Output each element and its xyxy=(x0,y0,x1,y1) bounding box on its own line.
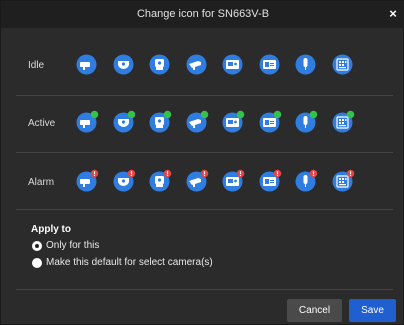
encoder-icon[interactable] xyxy=(257,110,282,135)
panorama-camera-icon[interactable] xyxy=(220,169,245,194)
radio-label: Only for this xyxy=(46,240,100,251)
box-camera-icon[interactable] xyxy=(184,110,209,135)
io-device-icon[interactable] xyxy=(330,52,355,77)
close-icon[interactable]: × xyxy=(385,5,401,23)
dialog-title: Change icon for SN663V-B xyxy=(136,8,270,20)
radio-selected-icon[interactable] xyxy=(32,241,42,251)
radio-unselected-icon[interactable] xyxy=(32,258,42,268)
dome-camera-icon[interactable] xyxy=(111,110,136,135)
panorama-camera-icon[interactable] xyxy=(220,110,245,135)
panorama-camera-icon[interactable] xyxy=(220,52,245,77)
separator xyxy=(16,209,393,210)
cancel-button[interactable]: Cancel xyxy=(287,299,342,322)
ptz-camera-icon[interactable] xyxy=(147,169,172,194)
encoder-icon[interactable] xyxy=(257,169,282,194)
icon-row-idle: Idle xyxy=(1,47,404,87)
ptz-camera-icon[interactable] xyxy=(147,110,172,135)
apply-to-heading: Apply to xyxy=(31,224,71,235)
microphone-icon[interactable] xyxy=(293,110,318,135)
box-camera-icon[interactable] xyxy=(184,169,209,194)
separator xyxy=(16,152,393,153)
radio-label: Make this default for select camera(s) xyxy=(46,257,213,268)
ptz-camera-icon[interactable] xyxy=(147,52,172,77)
io-device-icon[interactable] xyxy=(330,169,355,194)
encoder-icon[interactable] xyxy=(257,52,282,77)
box-camera-icon[interactable] xyxy=(184,52,209,77)
icon-row-alarm: Alarm xyxy=(1,164,404,204)
separator xyxy=(16,95,393,96)
icon-row-active: Active xyxy=(1,105,404,145)
row-label: Alarm xyxy=(28,177,55,188)
row-label: Active xyxy=(28,118,56,129)
bullet-camera-icon[interactable] xyxy=(74,52,99,77)
bullet-camera-icon[interactable] xyxy=(74,110,99,135)
microphone-icon[interactable] xyxy=(293,169,318,194)
dialog-titlebar: Change icon for SN663V-B × xyxy=(1,1,404,28)
save-button[interactable]: Save xyxy=(349,299,396,322)
dome-camera-icon[interactable] xyxy=(111,169,136,194)
bullet-camera-icon[interactable] xyxy=(74,169,99,194)
io-device-icon[interactable] xyxy=(330,110,355,135)
row-label: Idle xyxy=(28,60,45,71)
separator xyxy=(16,289,393,290)
microphone-icon[interactable] xyxy=(293,52,318,77)
change-icon-dialog: Change icon for SN663V-B × Idle Active A… xyxy=(0,0,404,325)
dome-camera-icon[interactable] xyxy=(111,52,136,77)
